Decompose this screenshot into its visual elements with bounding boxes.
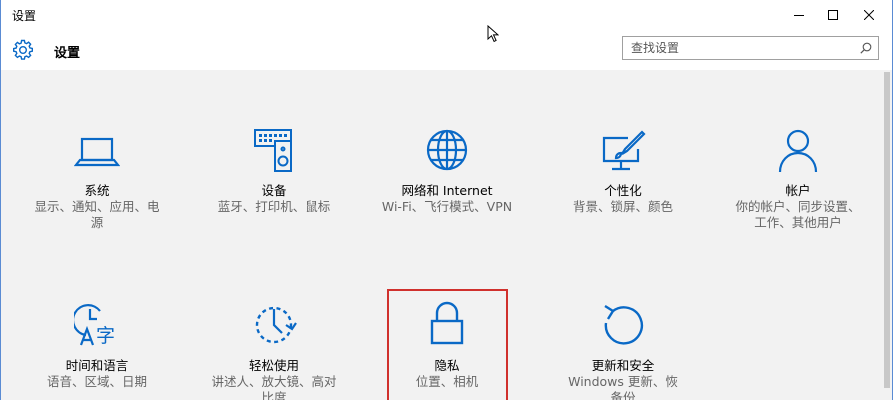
tile-label: 轻松使用 — [248, 358, 299, 373]
person-icon — [778, 129, 818, 173]
laptop-icon — [74, 137, 120, 167]
gear-icon — [13, 39, 33, 60]
tile-desc-line: 备份 — [610, 390, 636, 400]
scrollbar-thumb[interactable] — [884, 72, 890, 388]
tile-personalization[interactable]: 个性化 背景、锁屏、颜色 — [543, 124, 703, 239]
scrollbar[interactable] — [882, 70, 892, 400]
tile-desc-line: 显示、通知、应用、电 — [34, 199, 160, 214]
lock-icon — [430, 301, 464, 345]
refresh-icon — [604, 304, 644, 345]
tile-desc-line: 讲述人、放大镜、高对 — [211, 374, 337, 389]
tile-desc-line: 你的帐户、同步设置、 — [735, 199, 861, 214]
tile-time-language[interactable]: 字 时间和语言 语音、区域、日期 — [17, 299, 177, 400]
svg-text:字: 字 — [96, 325, 115, 347]
tile-desc-line: 背景、锁屏、颜色 — [572, 199, 673, 214]
title-bar[interactable]: 设置 — [1, 0, 892, 30]
monitor-paintbrush-icon — [602, 130, 646, 171]
mouse-cursor-icon — [487, 25, 499, 43]
window-title: 设置 — [12, 9, 37, 23]
close-icon — [864, 10, 874, 20]
tile-accounts[interactable]: 帐户 你的帐户、同步设置、 工作、其他用户 — [718, 124, 878, 239]
tile-label: 系统 — [84, 183, 110, 198]
keyboard-speaker-icon — [254, 129, 292, 172]
tile-label: 时间和语言 — [65, 358, 129, 373]
tile-system[interactable]: 系统 显示、通知、应用、电 源 — [17, 124, 177, 239]
tile-label: 帐户 — [785, 183, 811, 198]
tile-desc-line: 工作、其他用户 — [754, 215, 842, 230]
maximize-icon — [828, 10, 838, 20]
tile-desc-line: 源 — [90, 215, 104, 230]
tile-label: 个性化 — [604, 183, 642, 198]
time-language-icon: 字 — [74, 304, 115, 347]
tile-privacy[interactable]: 隐私 位置、相机 — [367, 299, 527, 400]
tile-desc-line: 位置、相机 — [415, 374, 479, 389]
search-icon[interactable] — [860, 42, 872, 54]
close-button[interactable] — [846, 0, 892, 30]
search-box[interactable] — [622, 36, 879, 60]
tile-label: 隐私 — [434, 358, 460, 373]
settings-window: 设置 设置 查找设置 系统 显示、通知、应用、电 源 设备 蓝牙、打印机、鼠标 … — [0, 0, 893, 400]
tile-desc-line: 蓝牙、打印机、鼠标 — [217, 199, 331, 214]
tile-label: 更新和安全 — [591, 358, 655, 373]
page-title: 设置 — [54, 46, 81, 61]
tile-desc-line: 语音、区域、日期 — [46, 374, 147, 389]
minimize-icon — [794, 15, 804, 16]
tile-update-security[interactable]: 更新和安全 Windows 更新、恢 备份 — [543, 299, 703, 400]
tile-desc-line: Windows 更新、恢 — [568, 374, 678, 389]
tile-label: 设备 — [261, 183, 287, 198]
search-input[interactable] — [623, 37, 851, 59]
tile-desc-line: Wi-Fi、飞行模式、VPN — [381, 199, 513, 214]
tile-ease-of-access[interactable]: 轻松使用 讲述人、放大镜、高对 比度 — [194, 299, 354, 400]
tile-desc-line: 比度 — [261, 390, 287, 400]
ease-of-access-icon — [255, 306, 297, 344]
globe-icon — [426, 129, 468, 171]
tile-label: 网络和 Internet — [401, 183, 493, 198]
tile-devices[interactable]: 设备 蓝牙、打印机、鼠标 — [194, 124, 354, 239]
tile-network[interactable]: 网络和 Internet Wi-Fi、飞行模式、VPN — [367, 124, 527, 239]
